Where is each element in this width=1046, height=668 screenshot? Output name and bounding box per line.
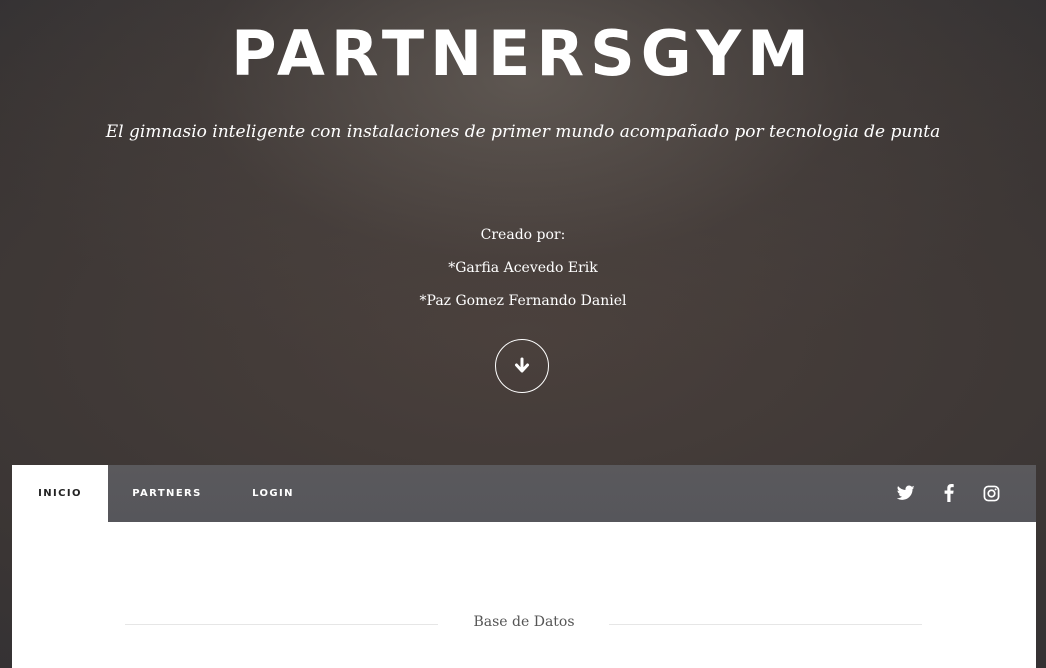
main-navbar: INICIO PARTNERS LOGIN [12, 465, 1036, 522]
main-content: Base de Datos [12, 522, 1036, 668]
site-title: PARTNERSGYM [231, 17, 815, 90]
scroll-down-button[interactable] [495, 339, 549, 393]
credits: Creado por: *Garfia Acevedo Erik *Paz Go… [0, 219, 1046, 318]
nav-item-login[interactable]: LOGIN [240, 465, 306, 522]
credits-label: Creado por: [480, 227, 566, 243]
author-name: *Paz Gomez Fernando Daniel [419, 293, 627, 309]
divider [609, 624, 922, 625]
nav-item-inicio[interactable]: INICIO [12, 465, 108, 522]
nav-item-partners[interactable]: PARTNERS [120, 465, 214, 522]
author-name: *Garfia Acevedo Erik [448, 260, 598, 276]
tagline: El gimnasio inteligente con instalacione… [105, 122, 941, 142]
twitter-icon[interactable] [895, 482, 917, 504]
instagram-icon[interactable] [980, 482, 1002, 504]
arrow-down-icon [515, 357, 529, 373]
facebook-icon[interactable] [938, 482, 960, 504]
section-title: Base de Datos [473, 614, 575, 630]
hero-section: PARTNERSGYM El gimnasio inteligente con … [0, 0, 1046, 465]
